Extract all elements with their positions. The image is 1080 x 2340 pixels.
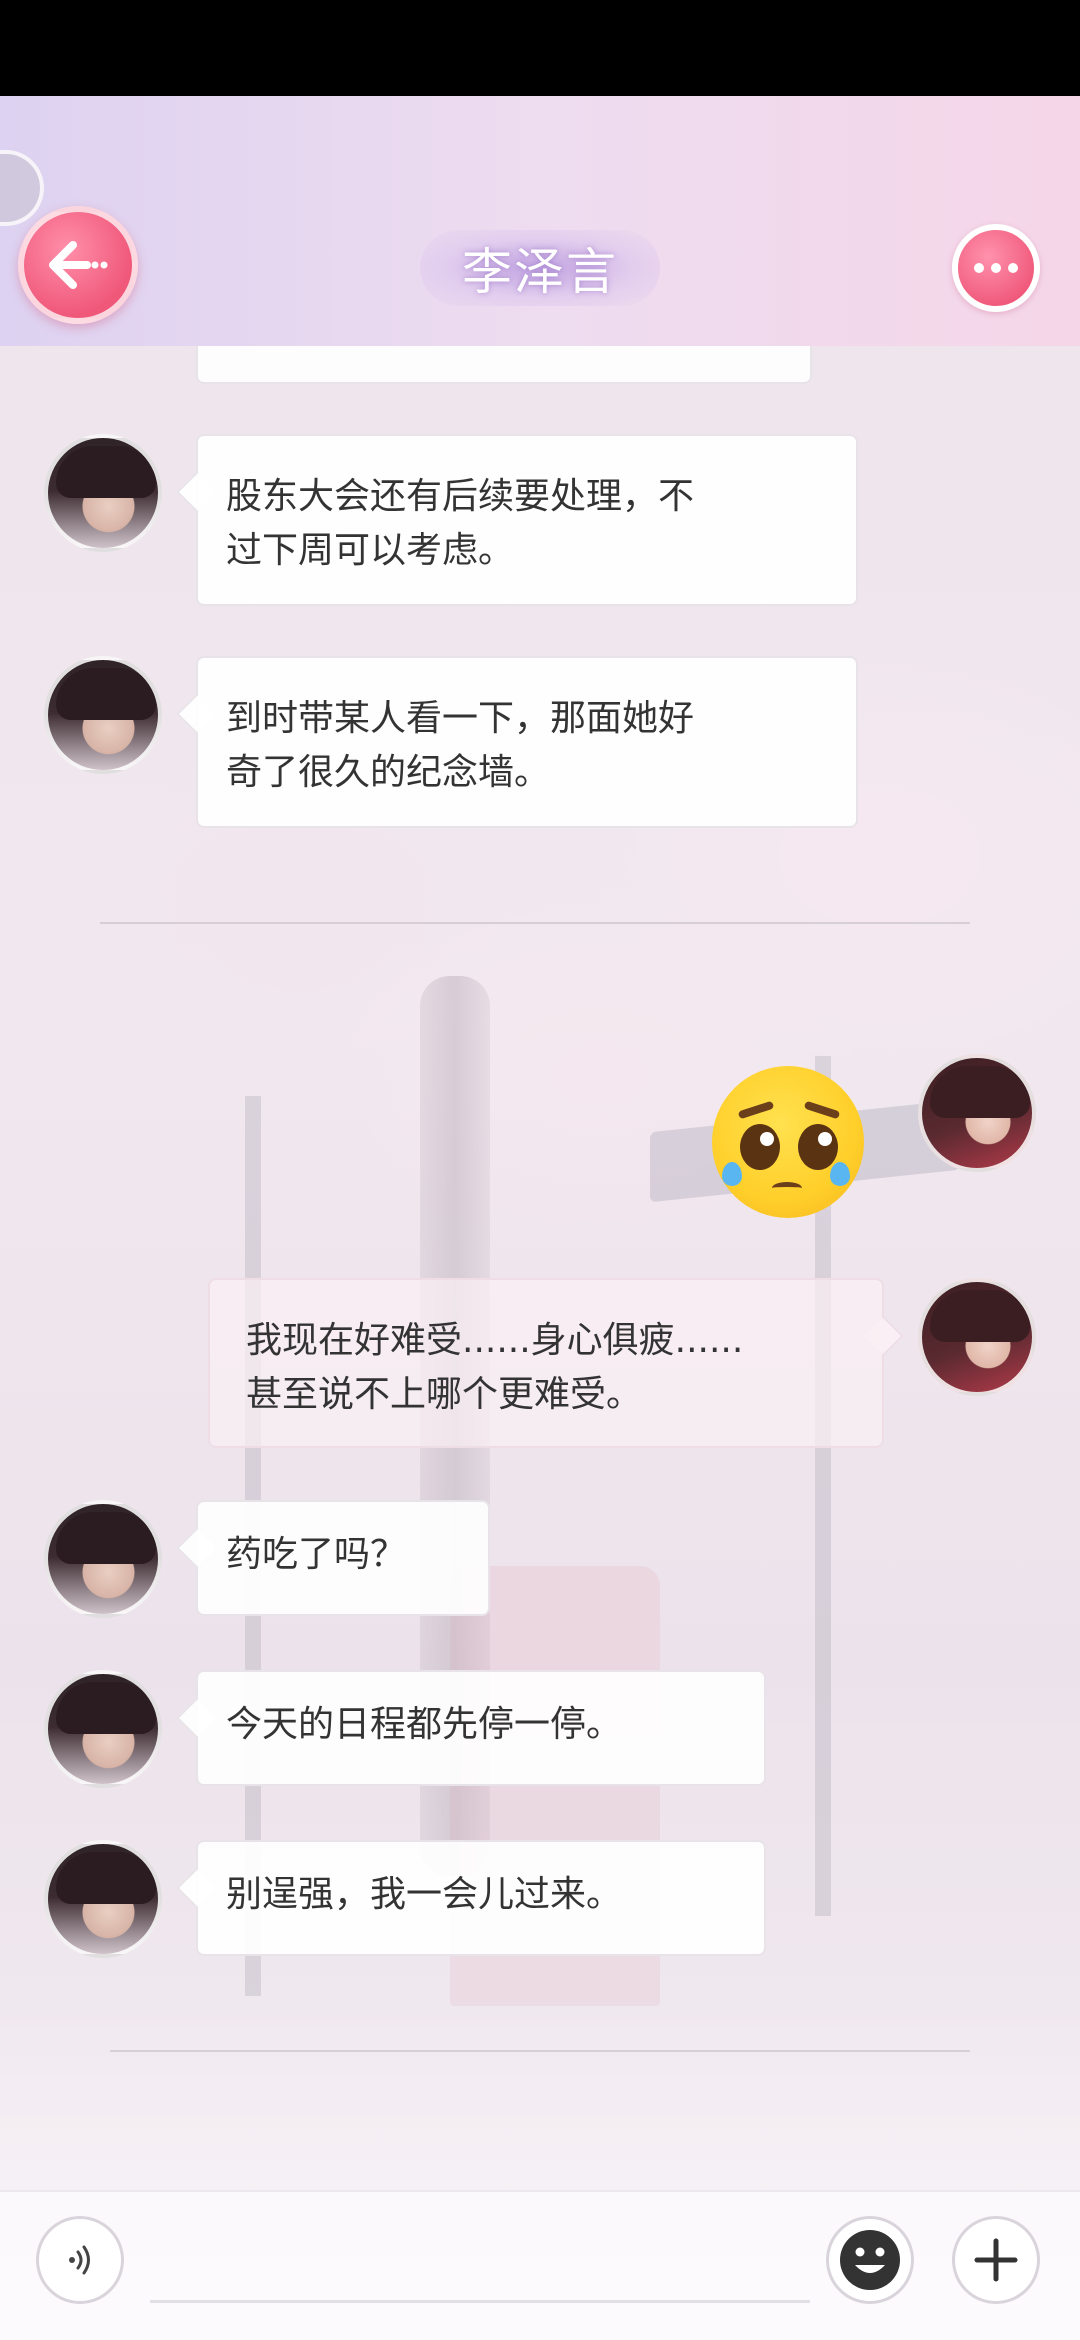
message-text-line: 我现在好难受......身心俱疲...... (246, 1320, 744, 1361)
message-text-line: 过下周可以考虑。 (226, 530, 515, 571)
contact-name: 李泽言 (462, 243, 618, 301)
more-options-button[interactable] (952, 224, 1040, 312)
contact-avatar[interactable] (44, 656, 162, 774)
more-dot (1008, 263, 1018, 273)
status-bar (0, 0, 1080, 96)
background-overlay (0, 96, 1080, 2340)
plus-icon (974, 2238, 1018, 2282)
voice-icon (69, 2245, 90, 2275)
message-text: 今天的日程都先停一停。 (226, 1704, 623, 1745)
message-text-line: 到时带某人看一下，那面她好 (226, 698, 695, 739)
chat-background (0, 96, 1080, 2340)
message-text: 药吃了吗？ (226, 1534, 407, 1575)
contact-avatar[interactable] (44, 434, 162, 552)
my-avatar[interactable] (918, 1278, 1036, 1396)
voice-button[interactable] (36, 2216, 124, 2304)
time-divider (110, 2050, 970, 2052)
input-bar (0, 2190, 1080, 2340)
message-bubble-incoming[interactable]: 药吃了吗？ (176, 1500, 490, 1616)
contact-avatar[interactable] (44, 1670, 162, 1788)
message-bubble-incoming[interactable]: 到时带某人看一下，那面她好 奇了很久的纪念墙。 (176, 656, 858, 828)
my-avatar[interactable] (918, 1054, 1036, 1172)
message-bubble-incoming[interactable]: 股东大会还有后续要处理，不 过下周可以考虑。 (176, 434, 858, 606)
chat-header (0, 96, 1080, 346)
message-bubble-incoming[interactable]: 今天的日程都先停一停。 (176, 1670, 766, 1786)
emoji-face-icon (840, 2230, 900, 2290)
back-button[interactable] (18, 206, 138, 324)
previous-message-bubble (196, 346, 812, 384)
time-divider (100, 922, 970, 924)
arrow-left-icon (49, 241, 108, 289)
message-text-line: 奇了很久的纪念墙。 (226, 752, 551, 793)
message-text-line: 甚至说不上哪个更难受。 (246, 1374, 643, 1415)
message-text: 别逞强，我一会儿过来。 (226, 1874, 623, 1915)
message-bubble-outgoing[interactable]: 我现在好难受......身心俱疲...... 甚至说不上哪个更难受。 (208, 1278, 904, 1448)
contact-avatar[interactable] (44, 1500, 162, 1618)
message-bubble-incoming[interactable]: 别逞强，我一会儿过来。 (176, 1840, 766, 1956)
more-dot (991, 263, 1001, 273)
chat-title: 李泽言 (420, 230, 660, 306)
message-text-line: 股东大会还有后续要处理，不 (226, 476, 695, 517)
emoji-button[interactable] (826, 2216, 914, 2304)
plus-button[interactable] (952, 2216, 1040, 2304)
pleading-face-emoji-icon[interactable] (712, 1066, 864, 1218)
contact-avatar[interactable] (44, 1840, 162, 1958)
message-input[interactable] (150, 2300, 810, 2303)
more-dots-icon (974, 263, 984, 273)
